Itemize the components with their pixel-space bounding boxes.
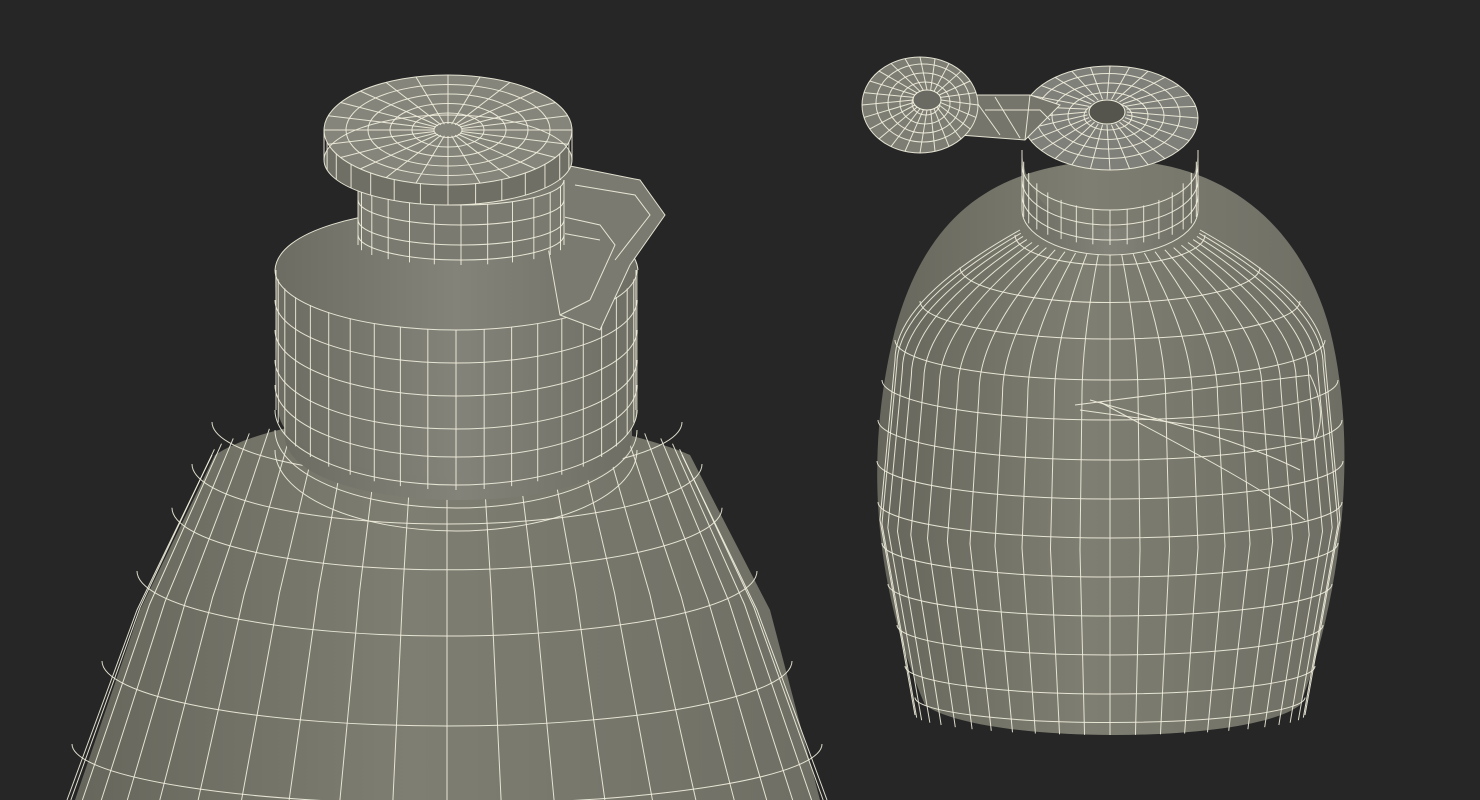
right-spout-hole: [1088, 99, 1126, 125]
right-lid-plug: [912, 89, 942, 111]
right-bottle-view: [861, 56, 1345, 735]
wireframe-render: [66, 56, 1345, 800]
left-bottle-view: [66, 74, 828, 800]
viewport-3d: [0, 0, 1480, 800]
